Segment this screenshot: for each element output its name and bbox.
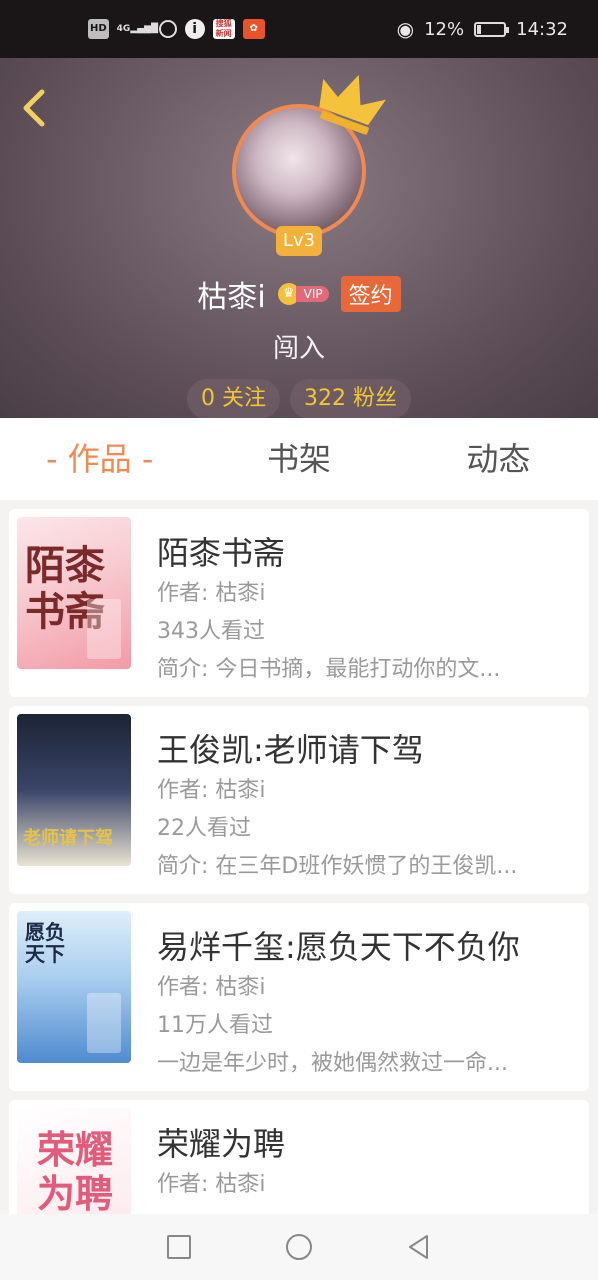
following-count[interactable]: 0 关注 (187, 379, 280, 418)
book-views: 11万人看过 (157, 1013, 273, 1038)
book-summary: 简介: 在三年D班作妖惯了的王俊凯... (157, 854, 518, 879)
cover-title-art: 荣耀为聘 (37, 1127, 114, 1215)
cover-title-art: 老师请下驾 (23, 828, 113, 849)
back-button[interactable] (16, 84, 52, 132)
book-info: 陌桼书斋 作者: 枯桼i 343人看过 简介: 今日书摘，最能打动你的文... (157, 531, 569, 689)
username: 枯桼i (197, 280, 266, 315)
book-author: 作者: 枯桼i (157, 975, 266, 1000)
profile-tabs: - 作品 - 书架 动态 (0, 418, 598, 500)
avatar-wrap (232, 74, 386, 238)
book-cover: 老师请下驾 (17, 714, 131, 866)
book-cover: 荣耀为聘 (17, 1108, 131, 1214)
user-signature: 闯入 (272, 334, 325, 364)
book-card[interactable]: 荣耀为聘 荣耀为聘 作者: 枯桼i (9, 1100, 589, 1214)
signal-icon: 4G▂▄▆█ (116, 24, 159, 34)
tab-bookshelf[interactable]: 书架 (199, 418, 398, 500)
system-nav-bar (0, 1214, 598, 1280)
hotspot-icon (158, 20, 177, 38)
circle-icon (286, 1234, 312, 1260)
book-card[interactable]: 陌桼书斋 陌桼书斋 作者: 枯桼i 343人看过 简介: 今日书摘，最能打动你的… (9, 509, 589, 697)
cover-title-art: 愿负天下 (25, 920, 65, 966)
vip-label: VIP (295, 286, 329, 302)
book-author: 作者: 枯桼i (157, 581, 266, 606)
recents-button[interactable] (165, 1233, 193, 1261)
book-title: 王俊凯:老师请下驾 (157, 731, 424, 769)
app-notification-icon: 搜狐 新闻 (212, 19, 235, 39)
home-button[interactable] (285, 1233, 313, 1261)
vip-badge[interactable]: ♛ VIP (277, 283, 329, 305)
book-author: 作者: 枯桼i (157, 1172, 266, 1197)
chevron-left-icon (23, 89, 45, 127)
info-icon: i (184, 19, 205, 39)
network-type: 4G (116, 24, 131, 34)
book-title: 陌桼书斋 (157, 534, 286, 572)
book-list: 陌桼书斋 陌桼书斋 作者: 枯桼i 343人看过 简介: 今日书摘，最能打动你的… (0, 500, 598, 1214)
status-bar: HD 4G▂▄▆█ i 搜狐 新闻 ✿ ◉ 12% 14:32 (0, 0, 598, 58)
tab-works[interactable]: - 作品 - (0, 418, 199, 500)
system-back-button[interactable] (405, 1233, 433, 1261)
book-info: 荣耀为聘 作者: 枯桼i (157, 1122, 569, 1204)
level-badge: Lv3 (276, 226, 322, 256)
battery-fill (477, 24, 482, 34)
square-icon (167, 1235, 191, 1259)
followers-count[interactable]: 322 粉丝 (290, 379, 411, 418)
name-row: 枯桼i ♛ VIP 签约 (0, 272, 598, 316)
cover-decoration (87, 993, 121, 1053)
hd-icon: HD (88, 19, 109, 39)
book-author: 作者: 枯桼i (157, 778, 266, 803)
app-notification-icon: ✿ (242, 19, 265, 39)
profile-header: Lv3 枯桼i ♛ VIP 签约 闯入 0 关注 322 粉丝 (0, 58, 598, 418)
book-card[interactable]: 老师请下驾 王俊凯:老师请下驾 作者: 枯桼i 22人看过 简介: 在三年D班作… (9, 706, 589, 894)
book-title: 荣耀为聘 (157, 1125, 286, 1163)
stats-row: 0 关注 322 粉丝 (0, 379, 598, 418)
triangle-back-icon (409, 1235, 428, 1259)
status-icons-right: ◉ 12% 14:32 (397, 17, 568, 41)
crown-icon (319, 74, 386, 135)
book-views: 343人看过 (157, 619, 265, 644)
signed-badge: 签约 (340, 276, 401, 312)
book-title: 易烊千玺:愿负天下不负你 (157, 928, 520, 966)
tab-activity[interactable]: 动态 (399, 418, 598, 500)
book-summary: 一边是年少时，被她偶然救过一命... (157, 1051, 508, 1076)
book-summary: 简介: 今日书摘，最能打动你的文... (157, 657, 501, 682)
battery-percent: 12% (424, 18, 465, 40)
book-cover: 愿负天下 (17, 911, 131, 1063)
book-info: 易烊千玺:愿负天下不负你 作者: 枯桼i 11万人看过 一边是年少时，被她偶然救… (157, 925, 569, 1083)
book-cover: 陌桼书斋 (17, 517, 131, 669)
book-info: 王俊凯:老师请下驾 作者: 枯桼i 22人看过 简介: 在三年D班作妖惯了的王俊… (157, 728, 569, 886)
cover-decoration (87, 599, 121, 659)
battery-icon (474, 21, 510, 37)
book-views: 22人看过 (157, 816, 251, 841)
eye-comfort-icon: ◉ (396, 17, 415, 41)
status-icons-left: HD 4G▂▄▆█ i 搜狐 新闻 ✿ (88, 19, 265, 39)
clock: 14:32 (516, 18, 568, 40)
book-card[interactable]: 愿负天下 易烊千玺:愿负天下不负你 作者: 枯桼i 11万人看过 一边是年少时，… (9, 903, 589, 1091)
